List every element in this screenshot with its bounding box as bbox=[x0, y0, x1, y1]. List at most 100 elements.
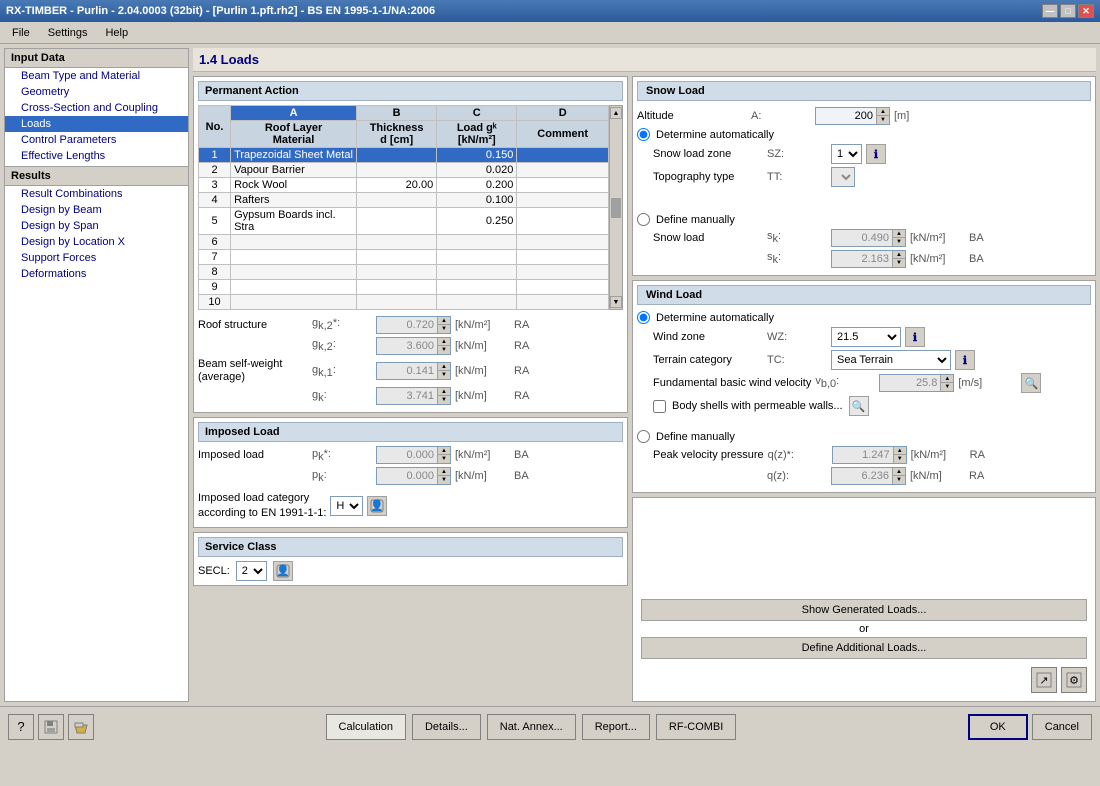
altitude-input-group[interactable]: ▲▼ bbox=[815, 107, 890, 125]
help-icon-btn[interactable]: ? bbox=[8, 714, 34, 740]
gk1-up[interactable]: ▲ bbox=[438, 363, 450, 371]
pk-input-group[interactable]: ▲▼ bbox=[376, 467, 451, 485]
sidebar-item-deformations[interactable]: Deformations bbox=[5, 266, 188, 282]
altitude-input[interactable] bbox=[816, 108, 876, 124]
vb0-input-group[interactable]: ▲▼ bbox=[879, 374, 954, 392]
gk1-dn[interactable]: ▼ bbox=[438, 371, 450, 379]
vb0-input[interactable] bbox=[880, 375, 940, 391]
gk-up[interactable]: ▲ bbox=[438, 388, 450, 396]
sidebar-item-result-combinations[interactable]: Result Combinations bbox=[5, 186, 188, 202]
pkstar-input-group[interactable]: ▲▼ bbox=[376, 446, 451, 464]
export-icon[interactable]: ↗ bbox=[1031, 667, 1057, 693]
gk2-dn[interactable]: ▼ bbox=[438, 346, 450, 354]
body-shells-info[interactable]: 🔍 bbox=[849, 396, 869, 416]
sidebar-item-effective-lengths[interactable]: Effective Lengths bbox=[5, 148, 188, 164]
body-shells-checkbox[interactable] bbox=[653, 400, 666, 413]
ok-button[interactable]: OK bbox=[968, 714, 1028, 740]
calculation-button[interactable]: Calculation bbox=[326, 714, 406, 740]
settings-icon[interactable]: ⚙ bbox=[1061, 667, 1087, 693]
table-row[interactable]: 10 bbox=[199, 295, 609, 310]
table-row[interactable]: 2 Vapour Barrier 0.020 bbox=[199, 163, 609, 178]
close-button[interactable]: ✕ bbox=[1078, 4, 1094, 18]
altitude-up[interactable]: ▲ bbox=[877, 108, 889, 116]
wind-auto-radio[interactable] bbox=[637, 311, 650, 324]
sk-star-input[interactable] bbox=[832, 230, 892, 246]
gk1-input-group[interactable]: ▲▼ bbox=[376, 362, 451, 380]
sidebar-item-design-by-span[interactable]: Design by Span bbox=[5, 218, 188, 234]
sidebar-item-cross-section[interactable]: Cross-Section and Coupling bbox=[5, 100, 188, 116]
snow-zone-info[interactable]: ℹ bbox=[866, 144, 886, 164]
open-icon-btn[interactable] bbox=[68, 714, 94, 740]
sk-star-input-group[interactable]: ▲▼ bbox=[831, 229, 906, 247]
qz-dn[interactable]: ▼ bbox=[893, 476, 905, 484]
terrain-select[interactable]: Sea Terrain Open Country Suburban City bbox=[831, 350, 951, 370]
qz-star-input[interactable] bbox=[833, 447, 893, 463]
gk2-input[interactable] bbox=[377, 338, 437, 354]
menu-file[interactable]: File bbox=[4, 25, 38, 41]
terrain-info[interactable]: ℹ bbox=[955, 350, 975, 370]
pkstar-dn[interactable]: ▼ bbox=[438, 455, 450, 463]
secl-info[interactable]: 👤 bbox=[273, 561, 293, 581]
table-row[interactable]: 6 bbox=[199, 235, 609, 250]
table-row[interactable]: 5 Gypsum Boards incl. Stra 0.250 bbox=[199, 208, 609, 235]
maximize-button[interactable]: □ bbox=[1060, 4, 1076, 18]
define-additional-loads-button[interactable]: Define Additional Loads... bbox=[641, 637, 1087, 659]
snow-manual-radio[interactable] bbox=[637, 213, 650, 226]
sk-input-group[interactable]: ▲▼ bbox=[831, 250, 906, 268]
sk-star-up[interactable]: ▲ bbox=[893, 230, 905, 238]
gk-dn[interactable]: ▼ bbox=[438, 396, 450, 404]
wind-manual-radio[interactable] bbox=[637, 430, 650, 443]
minimize-button[interactable]: — bbox=[1042, 4, 1058, 18]
table-row[interactable]: 9 bbox=[199, 280, 609, 295]
cancel-button[interactable]: Cancel bbox=[1032, 714, 1092, 740]
altitude-dn[interactable]: ▼ bbox=[877, 116, 889, 124]
pk-input[interactable] bbox=[377, 468, 437, 484]
pkstar-up[interactable]: ▲ bbox=[438, 447, 450, 455]
wind-zone-select[interactable]: 21.5 22.5 23.5 bbox=[831, 327, 901, 347]
show-generated-loads-button[interactable]: Show Generated Loads... bbox=[641, 599, 1087, 621]
qz-input-group[interactable]: ▲▼ bbox=[831, 467, 906, 485]
qz-star-up[interactable]: ▲ bbox=[894, 447, 906, 455]
gk2-up[interactable]: ▲ bbox=[438, 338, 450, 346]
table-row[interactable]: 7 bbox=[199, 250, 609, 265]
gk2star-input-group[interactable]: ▲▼ bbox=[376, 316, 451, 334]
nat-annex-button[interactable]: Nat. Annex... bbox=[487, 714, 576, 740]
sk-star-dn[interactable]: ▼ bbox=[893, 238, 905, 246]
topography-select[interactable] bbox=[831, 167, 855, 187]
details-button[interactable]: Details... bbox=[412, 714, 481, 740]
qz-up[interactable]: ▲ bbox=[893, 468, 905, 476]
qz-star-input-group[interactable]: ▲▼ bbox=[832, 446, 907, 464]
save-icon-btn[interactable] bbox=[38, 714, 64, 740]
pk-dn[interactable]: ▼ bbox=[438, 476, 450, 484]
gk2star-input[interactable] bbox=[377, 317, 437, 333]
sk-input[interactable] bbox=[832, 251, 892, 267]
wind-zone-info[interactable]: ℹ bbox=[905, 327, 925, 347]
qz-input[interactable] bbox=[832, 468, 892, 484]
qz-star-dn[interactable]: ▼ bbox=[894, 455, 906, 463]
snow-auto-radio[interactable] bbox=[637, 128, 650, 141]
menu-settings[interactable]: Settings bbox=[40, 25, 96, 41]
report-button[interactable]: Report... bbox=[582, 714, 650, 740]
sidebar-item-beam-type[interactable]: Beam Type and Material bbox=[5, 68, 188, 84]
gk1-input[interactable] bbox=[377, 363, 437, 379]
sidebar-item-support-forces[interactable]: Support Forces bbox=[5, 250, 188, 266]
pk-up[interactable]: ▲ bbox=[438, 468, 450, 476]
imposed-category-select[interactable]: H A B C D E F G bbox=[330, 496, 363, 516]
gk2-input-group[interactable]: ▲▼ bbox=[376, 337, 451, 355]
vb0-search[interactable]: 🔍 bbox=[1021, 373, 1041, 393]
scrollbar-up[interactable]: ▲ bbox=[610, 107, 622, 119]
sidebar-item-control-params[interactable]: Control Parameters bbox=[5, 132, 188, 148]
table-row[interactable]: 8 bbox=[199, 265, 609, 280]
gk-input-group[interactable]: ▲▼ bbox=[376, 387, 451, 405]
sidebar-item-geometry[interactable]: Geometry bbox=[5, 84, 188, 100]
gk-input[interactable] bbox=[377, 388, 437, 404]
pkstar-input[interactable] bbox=[377, 447, 437, 463]
sk-dn[interactable]: ▼ bbox=[893, 259, 905, 267]
menu-help[interactable]: Help bbox=[97, 25, 136, 41]
rf-combi-button[interactable]: RF-COMBI bbox=[656, 714, 736, 740]
table-row[interactable]: 4 Rafters 0.100 bbox=[199, 193, 609, 208]
secl-select[interactable]: 2 1 3 bbox=[236, 561, 267, 581]
gk2star-up[interactable]: ▲ bbox=[438, 317, 450, 325]
sidebar-item-loads[interactable]: Loads bbox=[5, 116, 188, 132]
table-scrollbar[interactable]: ▲ ▼ bbox=[609, 105, 623, 310]
